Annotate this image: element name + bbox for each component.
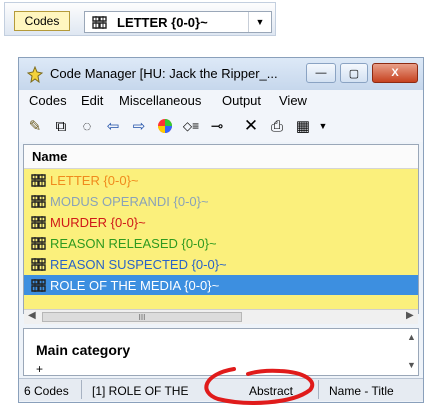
code-list-item[interactable]: LETTER {0-0}~ xyxy=(24,170,418,190)
status-selected-code: [1] ROLE OF THE xyxy=(92,384,189,398)
code-label: REASON SUSPECTED {0-0}~ xyxy=(50,256,227,272)
scroll-thumb[interactable]: III xyxy=(42,312,242,322)
back-arrow-icon[interactable]: ⇦ xyxy=(103,116,123,136)
scroll-right-icon[interactable]: ▶ xyxy=(406,310,414,321)
code-icon xyxy=(92,15,107,29)
code-label: LETTER {0-0}~ xyxy=(50,172,139,188)
red-circle-annotation xyxy=(204,367,315,405)
code-icon xyxy=(31,236,46,250)
code-list-item[interactable]: REASON RELEASED {0-0}~ xyxy=(24,233,418,253)
code-icon xyxy=(31,257,46,271)
code-icon xyxy=(31,215,46,229)
delete-icon[interactable]: ✕ xyxy=(241,116,261,136)
scroll-left-icon[interactable]: ◀ xyxy=(28,310,36,321)
code-manager-app-icon xyxy=(26,66,44,84)
code-list-item[interactable]: REASON SUSPECTED {0-0}~ xyxy=(24,254,418,274)
code-label: MURDER {0-0}~ xyxy=(50,214,146,230)
column-header-name[interactable]: Name xyxy=(24,145,418,169)
code-icon xyxy=(31,194,46,208)
icon-toolbar: ✎ ⧉ ◌ ⇦ ⇨ ◇≡ ⊸ ✕ ⎙ ▦ ▼ xyxy=(19,112,423,142)
code-icon xyxy=(31,173,46,187)
new-code-icon[interactable]: ✎ xyxy=(25,116,45,136)
code-list-item[interactable]: MODUS OPERANDI {0-0}~ xyxy=(24,191,418,211)
menu-miscellaneous[interactable]: Miscellaneous xyxy=(119,93,201,108)
filter-icon[interactable]: ◇≡ xyxy=(181,116,201,136)
view-options-chevron-icon[interactable]: ▼ xyxy=(313,116,333,136)
comment-body: + xyxy=(36,362,44,376)
menu-bar: Codes Edit Miscellaneous Output View xyxy=(19,90,423,112)
code-list-item[interactable]: ROLE OF THE MEDIA {0-0}~ xyxy=(24,275,418,295)
forward-arrow-icon[interactable]: ⇨ xyxy=(129,116,149,136)
code-selector-dropdown[interactable]: LETTER {0-0}~ ▼ xyxy=(84,11,272,33)
close-button[interactable]: X xyxy=(372,63,418,83)
duplicate-icon[interactable]: ⧉ xyxy=(51,116,71,136)
window-title: Code Manager [HU: Jack the Ripper_... xyxy=(50,66,278,81)
codes-button[interactable]: Codes xyxy=(14,11,70,31)
status-code-count: 6 Codes xyxy=(24,384,69,398)
code-icon xyxy=(31,278,46,292)
menu-edit[interactable]: Edit xyxy=(81,93,103,108)
network-icon[interactable]: ⊸ xyxy=(207,116,227,136)
print-icon[interactable]: ⎙ xyxy=(267,116,287,136)
minimize-button[interactable]: — xyxy=(306,63,336,83)
view-options-icon[interactable]: ▦ xyxy=(293,116,313,136)
scroll-down-icon[interactable]: ▼ xyxy=(407,360,416,370)
code-label: MODUS OPERANDI {0-0}~ xyxy=(50,193,209,209)
code-label: REASON RELEASED {0-0}~ xyxy=(50,235,217,251)
selected-code-label: LETTER {0-0}~ xyxy=(117,14,208,30)
code-label: ROLE OF THE MEDIA {0-0}~ xyxy=(50,277,220,293)
menu-codes[interactable]: Codes xyxy=(29,93,67,108)
comment-icon[interactable]: ◌ xyxy=(77,116,97,136)
menu-view[interactable]: View xyxy=(279,93,307,108)
comment-title: Main category xyxy=(36,342,131,358)
status-divider xyxy=(81,380,82,399)
chevron-down-icon[interactable]: ▼ xyxy=(248,12,271,32)
menu-output[interactable]: Output xyxy=(222,93,261,108)
maximize-button[interactable]: ▢ xyxy=(340,63,368,83)
color-wheel-icon[interactable] xyxy=(155,116,175,136)
scroll-up-icon[interactable]: ▲ xyxy=(407,332,416,342)
status-divider xyxy=(318,380,319,399)
code-list-item[interactable]: MURDER {0-0}~ xyxy=(24,212,418,232)
status-sort-order: Name - Title xyxy=(329,384,394,398)
horizontal-scrollbar[interactable]: ◀ III ▶ xyxy=(24,309,418,324)
